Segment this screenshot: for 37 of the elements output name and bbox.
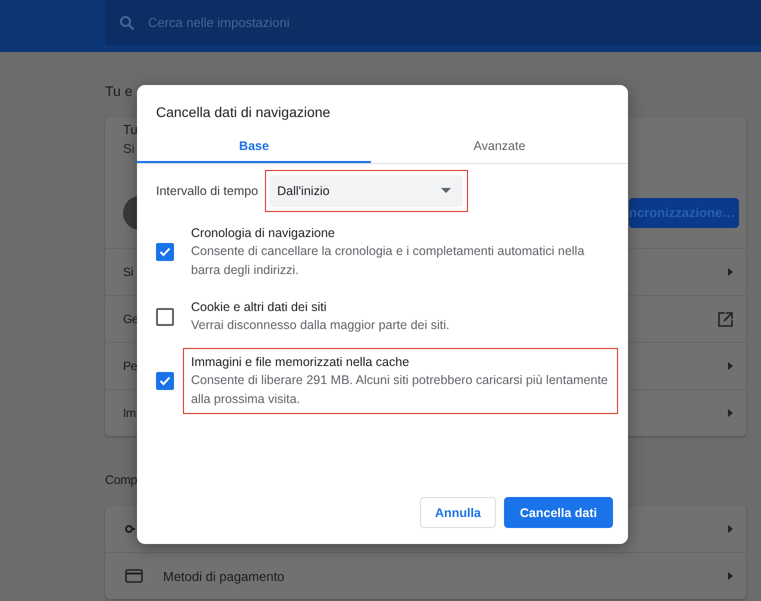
option-title: Cronologia di navigazione: [191, 225, 336, 242]
option-description: Consente di liberare 291 MB. Alcuni siti potrebbero caricarsi più lentamente alla prossima visita.: [191, 372, 609, 408]
checkbox[interactable]: [156, 372, 174, 390]
arrow-icon[interactable]: [728, 362, 733, 370]
caret-icon: [441, 188, 452, 193]
row-label: Si: [123, 265, 134, 279]
tab[interactable]: Base: [137, 130, 371, 163]
search-field[interactable]: Cerca nelle impostazioni: [105, 0, 761, 45]
option-description: Verrai disconnesso dalla maggior parte dei siti.: [191, 317, 450, 334]
field-label: Intervallo di tempo: [156, 184, 258, 198]
time-range-dropdown[interactable]: Dall'inizio: [270, 174, 464, 206]
check-icon: [159, 376, 171, 386]
arrow-icon[interactable]: [728, 409, 733, 417]
arrow-icon[interactable]: [728, 525, 733, 533]
section-title: Comp: [105, 472, 138, 489]
key-icon: [125, 525, 135, 533]
row-label: Pe: [123, 359, 138, 373]
dialog-title: Cancella dati di navigazione: [155, 103, 332, 122]
arrow-icon[interactable]: [728, 268, 733, 276]
section-title: Tu e: [105, 82, 132, 100]
checkbox[interactable]: [156, 243, 174, 261]
checkbox[interactable]: [156, 308, 174, 326]
tab[interactable]: Avanzate: [371, 130, 628, 163]
option-title: Cookie e altri dati dei siti: [191, 299, 328, 316]
row-label: Im: [123, 406, 136, 420]
external-link-icon[interactable]: [718, 312, 733, 326]
credit-card-icon: [125, 569, 143, 583]
option-title: Immagini e file memorizzati nella cache: [191, 354, 410, 371]
clear-data-button[interactable]: Cancella dati: [504, 497, 613, 528]
row-label: Si: [123, 141, 135, 157]
search-icon: [119, 15, 135, 31]
row-label: Tu: [123, 122, 138, 138]
option-description: Consente di cancellare la cronologia e i completamenti automatici nella barra degli indirizzi.: [191, 243, 586, 279]
arrow-icon[interactable]: [728, 572, 733, 580]
row-label: Metodi di pagamento: [163, 568, 284, 584]
check-icon: [159, 247, 171, 257]
cancel-button[interactable]: Annulla: [420, 497, 496, 528]
